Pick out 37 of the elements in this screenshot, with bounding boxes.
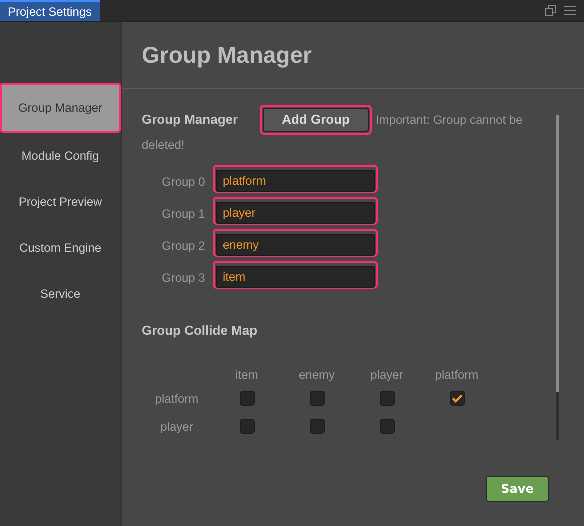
restore-window-icon[interactable] — [545, 5, 556, 16]
sidebar-item[interactable]: Group Manager — [0, 83, 121, 133]
group-name-field[interactable]: platform — [213, 165, 378, 193]
column-header: item — [236, 366, 258, 384]
sidebar-item[interactable]: Module Config — [0, 133, 121, 179]
collide-checkbox[interactable] — [380, 391, 394, 406]
page-title: Group Manager — [142, 40, 312, 70]
group-name-field[interactable]: enemy — [213, 229, 378, 257]
group-label: Group 0 — [161, 174, 206, 191]
add-group-button[interactable]: Add Group — [260, 105, 372, 135]
collide-checkbox[interactable] — [310, 391, 324, 406]
section-title: Group Collide Map — [142, 322, 259, 340]
sidebar-item[interactable]: Project Preview — [0, 179, 121, 225]
section-title: Group Manager — [142, 111, 238, 129]
sidebar-item[interactable]: Service — [0, 271, 121, 317]
column-header: enemy — [298, 366, 336, 384]
warning-note: Important: Group cannot be — [376, 112, 523, 129]
column-header: platform — [435, 366, 479, 384]
checkmark-icon — [452, 394, 462, 403]
collide-checkbox[interactable] — [240, 391, 254, 406]
group-label: Group 1 — [161, 206, 206, 223]
window-tab[interactable]: Project Settings — [0, 0, 100, 21]
row-label: player — [160, 418, 194, 436]
group-label: Group 3 — [161, 270, 206, 287]
group-name-field[interactable]: player — [213, 197, 378, 225]
sidebar-item[interactable]: Custom Engine — [0, 225, 121, 271]
group-name-field[interactable]: item — [213, 261, 378, 289]
menu-icon[interactable] — [564, 6, 576, 16]
collide-checkbox[interactable] — [380, 419, 394, 434]
scrollbar[interactable] — [556, 115, 559, 440]
row-label: platform — [155, 390, 199, 408]
column-header: player — [370, 366, 404, 384]
collide-checkbox[interactable] — [240, 419, 254, 434]
collide-checkbox[interactable] — [310, 419, 324, 434]
group-label: Group 2 — [161, 238, 206, 255]
warning-note: deleted! — [142, 138, 185, 152]
collide-checkbox[interactable] — [450, 391, 464, 406]
